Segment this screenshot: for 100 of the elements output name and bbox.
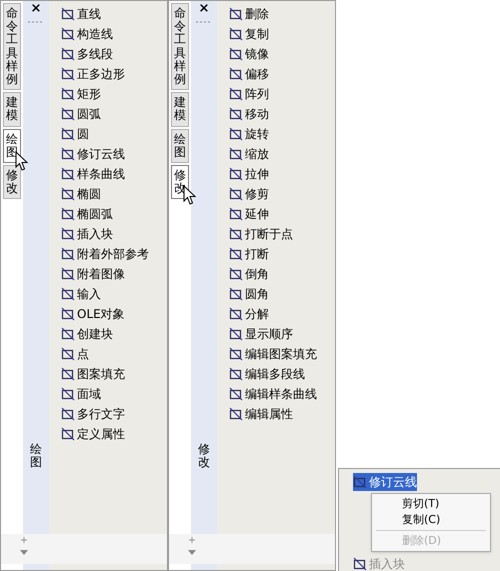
tool-item[interactable]: 椭圆弧 (61, 204, 149, 224)
tool-icon (229, 227, 243, 241)
tool-icon (229, 167, 243, 181)
tool-item[interactable]: 插入块 (61, 224, 149, 244)
tool-item[interactable]: 旋转 (229, 124, 317, 144)
tool-item[interactable]: 显示顺序 (229, 324, 317, 344)
tool-item[interactable]: 样条曲线 (61, 164, 149, 184)
tool-icon (229, 387, 243, 401)
tool-item[interactable]: 圆角 (229, 284, 317, 304)
tool-icon (229, 127, 243, 141)
tool-icon (61, 387, 75, 401)
tool-item[interactable]: 复制 (229, 24, 317, 44)
tool-icon (61, 7, 75, 21)
tool-icon (229, 47, 243, 61)
tool-icon (61, 427, 75, 441)
tool-item[interactable]: 构造线 (61, 24, 149, 44)
tool-item[interactable]: 倒角 (229, 264, 317, 284)
palette-tab[interactable]: 绘图 (171, 128, 189, 163)
tool-item[interactable]: 编辑多段线 (229, 364, 317, 384)
tool-item[interactable]: 多线段 (61, 44, 149, 64)
palette-tab[interactable]: 命令工具样例 (171, 3, 189, 90)
tool-item[interactable]: 正多边形 (61, 64, 149, 84)
tool-icon (61, 267, 75, 281)
tool-icon (229, 327, 243, 341)
tool-item[interactable]: 阵列 (229, 84, 317, 104)
menu-item[interactable]: 剪切(T) (372, 496, 490, 512)
tool-item[interactable]: 矩形 (61, 84, 149, 104)
pin-icon (20, 536, 28, 544)
tool-icon (229, 347, 243, 361)
tool-item[interactable]: 图案填充 (61, 364, 149, 384)
tool-item[interactable]: 拉伸 (229, 164, 317, 184)
tool-icon (229, 407, 243, 421)
tool-icon (353, 557, 367, 571)
palette-tab[interactable]: 修改 (3, 164, 21, 200)
dropdown-arrow-icon (188, 550, 196, 555)
tool-item[interactable]: 点 (61, 344, 149, 364)
tool-item[interactable]: 附着图像 (61, 264, 149, 284)
tool-icon (61, 67, 75, 81)
close-button[interactable]: × (198, 2, 210, 15)
tool-icon (61, 247, 75, 261)
tool-icon (229, 67, 243, 81)
tool-item[interactable]: 圆 (61, 124, 149, 144)
tool-item[interactable]: 附着外部参考 (61, 244, 149, 264)
tool-item[interactable]: 分解 (229, 304, 317, 324)
tool-icon (61, 287, 75, 301)
tool-icon (229, 267, 243, 281)
tool-icon (61, 407, 75, 421)
tool-icon (61, 347, 75, 361)
tool-item[interactable]: 移动 (229, 104, 317, 124)
tool-icon (61, 207, 75, 221)
tool-item[interactable]: 修订云线 (353, 473, 417, 491)
tool-item[interactable]: 修订云线 (61, 144, 149, 164)
dropdown-arrow-icon (20, 550, 28, 555)
tool-item[interactable]: 编辑属性 (229, 404, 317, 424)
tool-icon (353, 475, 367, 489)
tool-icon (229, 87, 243, 101)
tool-icon (61, 327, 75, 341)
tool-item[interactable]: 镜像 (229, 44, 317, 64)
tool-item[interactable]: 偏移 (229, 64, 317, 84)
tool-item[interactable]: 创建块 (61, 324, 149, 344)
tool-item[interactable]: 直线 (61, 4, 149, 24)
tool-icon (229, 307, 243, 321)
tool-icon (229, 147, 243, 161)
menu-item[interactable]: 复制(C) (372, 512, 490, 528)
tool-icon (229, 7, 243, 21)
tool-icon (61, 107, 75, 121)
tool-item[interactable]: 椭圆 (61, 184, 149, 204)
tool-icon (61, 147, 75, 161)
tool-item[interactable]: 缩放 (229, 144, 317, 164)
tool-icon (61, 187, 75, 201)
tool-icon (61, 87, 75, 101)
tool-item[interactable]: 修剪 (229, 184, 317, 204)
tool-item[interactable]: 删除 (229, 4, 317, 24)
tool-item[interactable]: 打断于点 (229, 224, 317, 244)
palette-title: 修改 (198, 443, 210, 470)
tool-icon (61, 227, 75, 241)
tool-icon (61, 127, 75, 141)
tool-item[interactable]: 编辑样条曲线 (229, 384, 317, 404)
tool-item[interactable]: 定义属性 (61, 424, 149, 444)
tool-icon (61, 367, 75, 381)
pin-icon (188, 536, 196, 544)
palette-tab[interactable]: 建模 (171, 92, 189, 126)
close-button[interactable]: × (30, 2, 42, 15)
tool-item[interactable]: 面域 (61, 384, 149, 404)
tool-icon (61, 27, 75, 41)
tool-icon (229, 287, 243, 301)
tool-icon (229, 107, 243, 121)
tool-item[interactable]: 编辑图案填充 (229, 344, 317, 364)
tool-item[interactable]: OLE对象 (61, 304, 149, 324)
tool-icon (229, 247, 243, 261)
tool-item[interactable]: 圆弧 (61, 104, 149, 124)
tool-item[interactable]: 输入 (61, 284, 149, 304)
tool-icon (61, 307, 75, 321)
tool-item[interactable]: 打断 (229, 244, 317, 264)
tool-icon (229, 207, 243, 221)
palette-tab[interactable]: 建模 (3, 92, 21, 126)
tool-item[interactable]: 多行文字 (61, 404, 149, 424)
tool-item[interactable]: 延伸 (229, 204, 317, 224)
palette-tab[interactable]: 命令工具样例 (3, 3, 21, 90)
tool-icon (229, 27, 243, 41)
